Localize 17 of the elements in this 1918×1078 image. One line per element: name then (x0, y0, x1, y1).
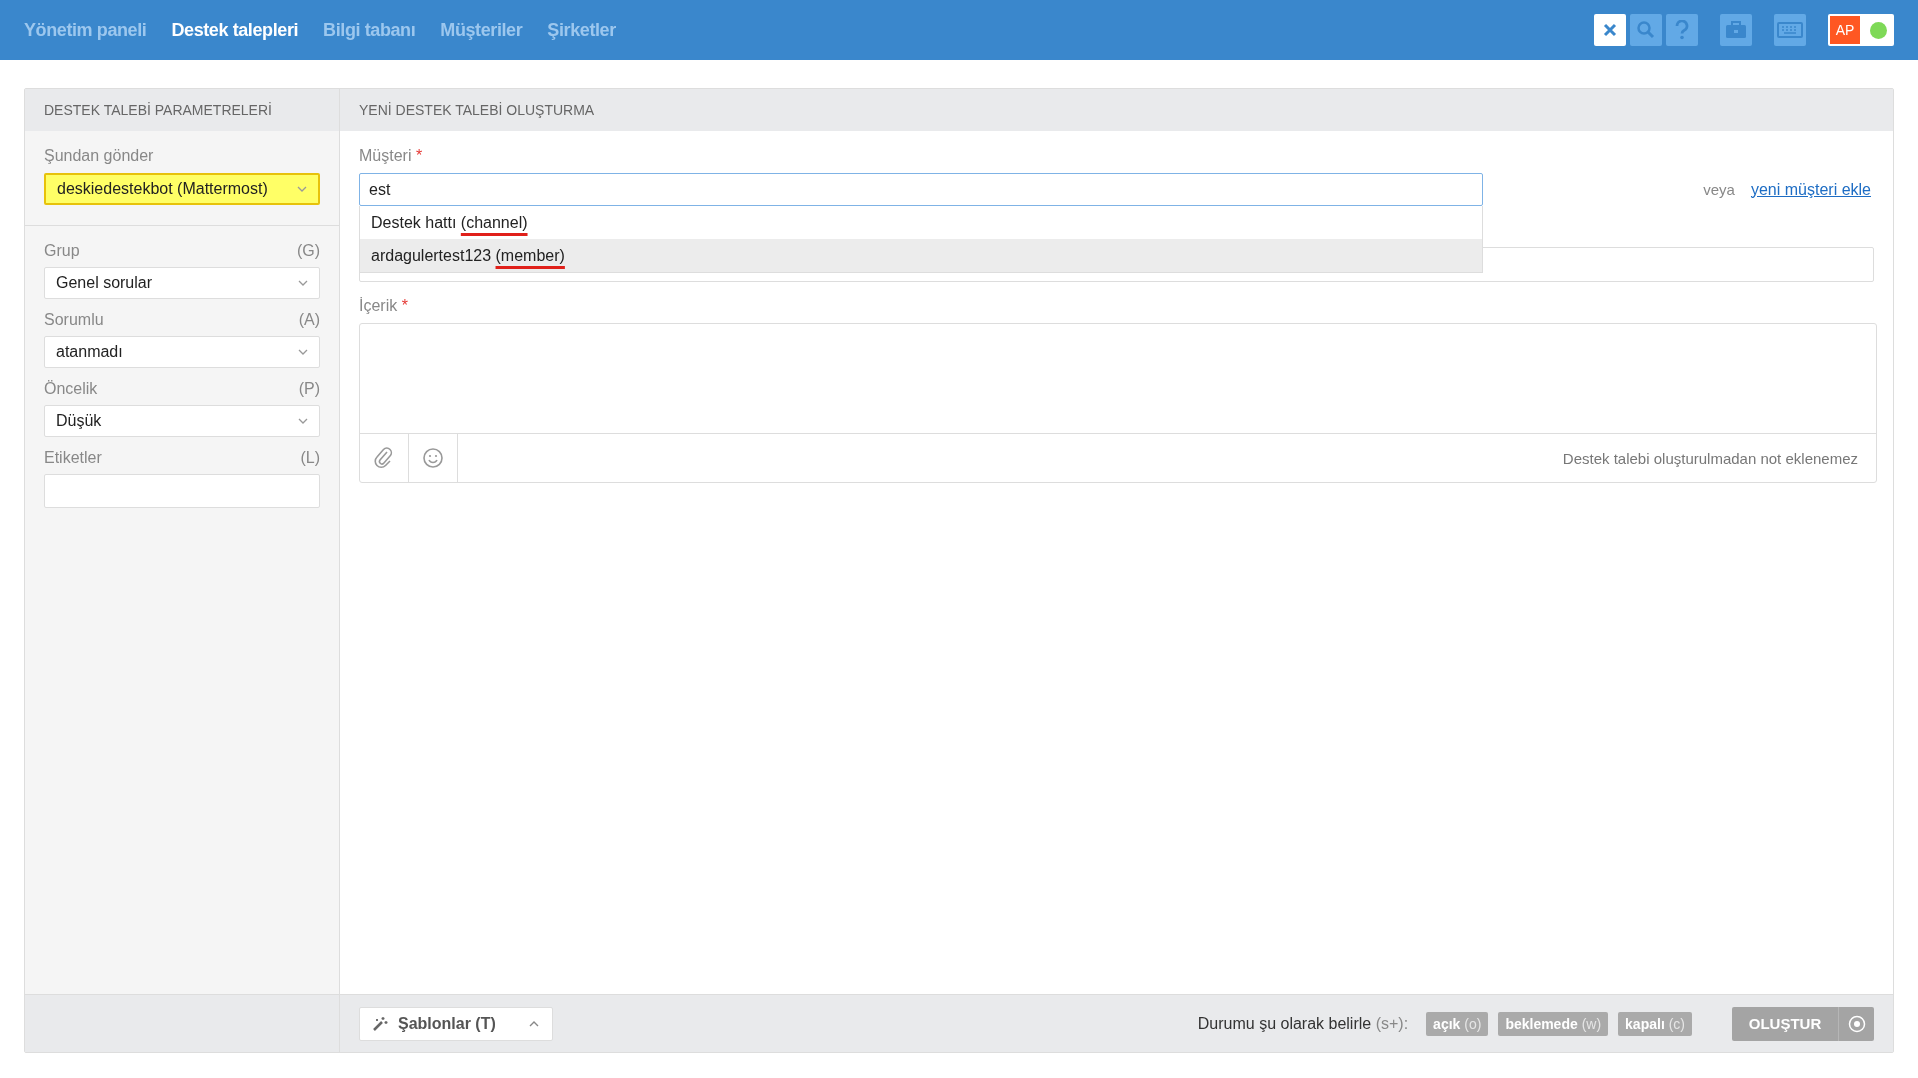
sidebar-title: DESTEK TALEBİ PARAMETRELERİ (44, 102, 272, 118)
shortcut-hint: (A) (298, 311, 320, 329)
shortcut-hint: (G) (296, 242, 320, 260)
user-avatar: AP (1830, 16, 1860, 44)
shortcut-hint: (P) (298, 380, 320, 398)
field-label: Sorumlu (44, 311, 104, 329)
field-label: Müşteri * (359, 147, 424, 165)
main-title: YENİ DESTEK TALEBİ OLUŞTURMA (359, 102, 595, 118)
field-label: Şundan gönder (44, 147, 155, 165)
status-label: Durumu şu olarak belirle (s+): (1197, 1014, 1409, 1033)
field-label: İçerik * (359, 297, 409, 315)
field-label: Etiketler (44, 449, 102, 467)
field-label: Öncelik (44, 380, 98, 398)
field-label: Grup (44, 242, 80, 260)
shortcut-hint: (L) (300, 449, 320, 467)
note-hint: Destek talebi oluşturulmadan not eklenemez (1562, 449, 1858, 467)
or-text: veya (1703, 181, 1735, 198)
